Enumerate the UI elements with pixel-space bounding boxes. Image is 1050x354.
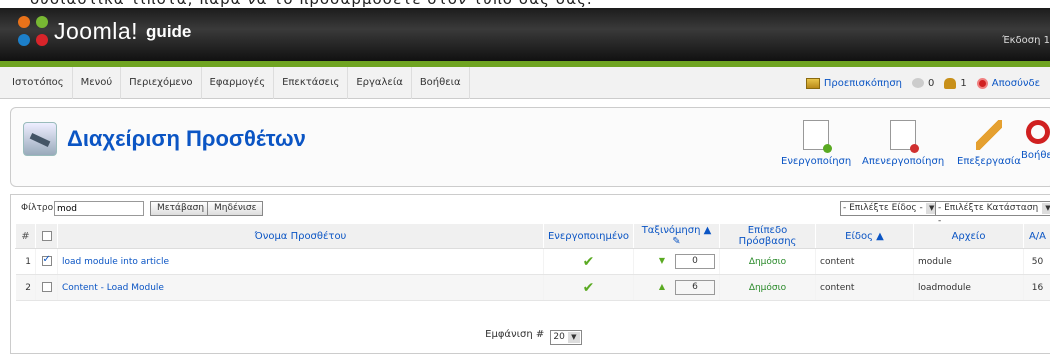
sort-icon: ▲ [873,231,884,242]
col-type[interactable]: Είδος ▲ [816,224,914,249]
preview-link[interactable]: Προεπισκόπηση [806,78,902,89]
logo-text: Joomla! [54,18,138,45]
row-checkbox[interactable] [42,256,52,266]
col-order[interactable]: Ταξινόμηση ▲ ✎ [634,224,720,249]
row-number: 2 [16,275,36,301]
joomla-logo[interactable]: Joomla! guide [18,16,191,46]
filter-label: Φίλτρο: [21,203,56,213]
plugins-list-panel: Φίλτρο: Μετάβαση Μηδένισε - Επιλέξτε Είδ… [10,194,1050,354]
col-num: # [16,224,36,249]
edit-button[interactable]: Επεξεργασία [957,120,1021,167]
menu-help[interactable]: Βοήθεια [412,67,470,99]
plugin-manager-icon [23,122,57,156]
users-icon [944,78,956,89]
plugin-type: content [816,275,914,301]
display-count-label: Εμφάνιση # [485,329,544,340]
logout-link[interactable]: Αποσύνδε [977,78,1040,89]
preview-icon [806,78,820,89]
menu-menus[interactable]: Μενού [73,67,122,99]
save-order-icon[interactable]: ✎ [672,236,680,247]
type-select[interactable]: - Επιλέξτε Είδος - [840,201,940,216]
messages-count[interactable]: 0 [912,78,934,89]
plugin-id: 16 [1024,275,1050,301]
version-text: Έκδοση 1 [1002,35,1050,46]
plugin-id: 50 [1024,249,1050,275]
plugin-file: loadmodule [914,275,1024,301]
col-id[interactable]: Α/Α [1024,224,1050,249]
menu-site[interactable]: Ιστοτόπος [0,67,73,99]
reset-button[interactable]: Μηδένισε [207,201,263,216]
order-input[interactable]: 6 [675,280,715,295]
row-checkbox[interactable] [42,282,52,292]
disable-button[interactable]: Απενεργοποίηση [862,120,944,167]
enable-button[interactable]: Ενεργοποίηση [781,120,851,167]
col-enabled[interactable]: Ενεργοποιημένο [543,224,633,249]
pencil-icon [976,120,1002,150]
table-row: 1 load module into article ✔ ▼0 Δημόσιο … [16,249,1050,275]
access-level-link[interactable]: Δημόσιο [749,283,786,293]
page-title: Διαχείριση Προσθέτων [67,126,306,152]
top-clipped-text: ουσιαστικά τίποτα, παρά να το προσαρμόσε… [0,0,1050,8]
access-level-link[interactable]: Δημόσιο [749,257,786,267]
menu-content[interactable]: Περιεχόμενο [121,67,201,99]
logout-icon [977,78,988,89]
disable-icon [890,120,916,150]
plugin-name-link[interactable]: load module into article [62,257,169,267]
help-button[interactable]: Βοήθει [1021,120,1050,161]
table-row: 2 Content - Load Module ✔ ▲ 6 Δημόσιο con… [16,275,1050,301]
col-name[interactable]: Όνομα Προσθέτου [58,224,544,249]
toolbar-panel: Διαχείριση Προσθέτων Ενεργοποίηση Απενερ… [10,107,1050,187]
col-file[interactable]: Αρχείο [914,224,1024,249]
enable-icon [803,120,829,150]
menu-extensions[interactable]: Επεκτάσεις [274,67,348,99]
messages-icon [912,78,924,88]
plugin-file: module [914,249,1024,275]
joomla-logo-icon [18,16,48,46]
pagination-footer: Εμφάνιση # 20 [11,328,1050,343]
logo-suffix: guide [146,22,191,42]
menu-components[interactable]: Εφαρμογές [202,67,275,99]
move-down-icon[interactable]: ▼ [659,256,665,265]
main-menu-bar: Ιστοτόπος Μενού Περιεχόμενο Εφαρμογές Επ… [0,67,1050,99]
plugins-table: # Όνομα Προσθέτου Ενεργοποιημένο Ταξινόμ… [15,223,1050,301]
enabled-tick-icon[interactable]: ✔ [583,254,595,270]
col-select-all[interactable] [36,224,58,249]
menu-tools[interactable]: Εργαλεία [348,67,411,99]
filter-input[interactable] [54,201,144,216]
move-up-icon[interactable]: ▲ [659,282,665,291]
state-select[interactable]: - Επιλέξτε Κατάσταση - [935,201,1050,216]
status-area: Προεπισκόπηση 0 1 Αποσύνδε [806,67,1050,99]
admin-header: Joomla! guide Έκδοση 1 [0,8,1050,61]
users-online: 1 [944,78,966,89]
sort-asc-icon: ▲ [700,225,711,236]
enabled-tick-icon[interactable]: ✔ [583,280,595,296]
go-button[interactable]: Μετάβαση [150,201,211,216]
select-all-checkbox[interactable] [42,231,52,241]
plugin-type: content [816,249,914,275]
display-count-select[interactable]: 20 [550,330,581,345]
help-icon [1026,120,1050,144]
plugin-name-link[interactable]: Content - Load Module [62,283,164,293]
row-number: 1 [16,249,36,275]
col-access[interactable]: Επίπεδο Πρόσβασης [720,224,816,249]
filter-bar: Φίλτρο: Μετάβαση Μηδένισε - Επιλέξτε Είδ… [11,195,1050,223]
order-input[interactable]: 0 [675,254,715,269]
